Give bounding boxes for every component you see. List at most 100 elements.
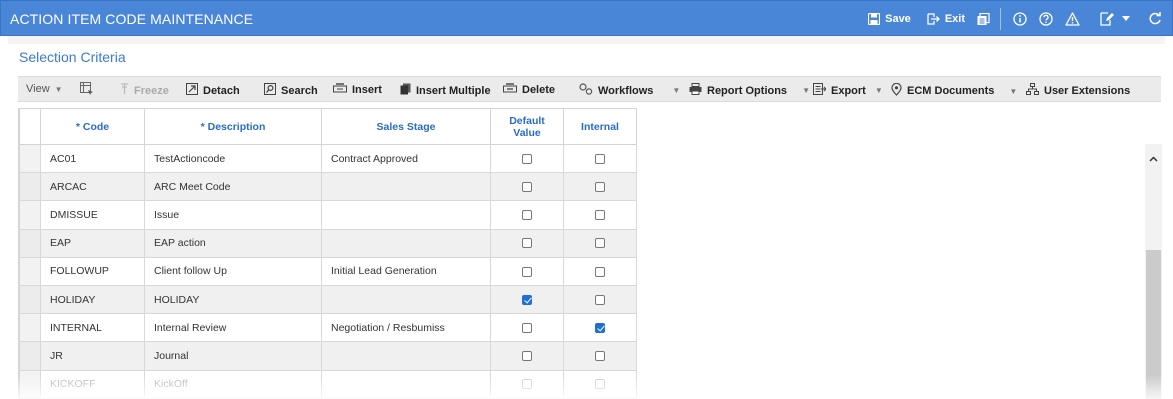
column-header-default-value[interactable]: Default Value: [490, 108, 564, 145]
scrollbar-thumb[interactable]: [1146, 250, 1161, 399]
row-selector[interactable]: [19, 256, 41, 286]
edit-note-icon[interactable]: [1100, 12, 1114, 26]
table-row[interactable]: DMISSUE Issue: [19, 200, 637, 230]
column-header-code[interactable]: * Code: [40, 108, 145, 145]
description-cell[interactable]: ARC Meet Code: [144, 172, 322, 202]
delete-button[interactable]: Delete: [503, 83, 555, 97]
row-selector[interactable]: [19, 284, 41, 315]
default-value-checkbox[interactable]: [522, 238, 532, 249]
sales-stage-cell[interactable]: [321, 369, 491, 399]
search-icon: [264, 83, 276, 98]
code-cell[interactable]: ARCAC: [40, 172, 145, 202]
sales-stage-cell[interactable]: [321, 172, 491, 202]
default-value-checkbox[interactable]: [522, 322, 532, 333]
warning-icon[interactable]: [1065, 12, 1080, 26]
code-cell[interactable]: KICKOFF: [40, 369, 145, 399]
description-cell[interactable]: EAP action: [144, 228, 322, 258]
sales-stage-cell[interactable]: [321, 284, 491, 315]
exit-button[interactable]: Exit: [927, 13, 965, 25]
description-cell[interactable]: Journal: [144, 341, 322, 371]
search-button[interactable]: Search: [264, 83, 318, 98]
delete-icon: [503, 83, 517, 97]
chevron-up-icon[interactable]: [1149, 154, 1158, 164]
default-value-checkbox[interactable]: [522, 294, 532, 305]
default-value-checkbox[interactable]: [522, 379, 532, 390]
table-row[interactable]: KICKOFF KickOff: [19, 369, 637, 399]
description-cell[interactable]: TestActioncode: [144, 143, 322, 174]
internal-checkbox[interactable]: [595, 182, 605, 192]
internal-cell: [563, 369, 637, 399]
workflows-menu[interactable]: Workflows ▼: [579, 83, 680, 98]
default-value-checkbox[interactable]: [522, 266, 532, 277]
internal-checkbox[interactable]: [595, 379, 605, 390]
row-selector[interactable]: [19, 228, 41, 258]
info-icon[interactable]: [1013, 12, 1027, 26]
row-selector[interactable]: [19, 369, 41, 399]
exit-label: Exit: [944, 13, 965, 25]
default-value-checkbox[interactable]: [522, 153, 532, 164]
code-cell[interactable]: HOLIDAY: [40, 284, 145, 315]
row-selector[interactable]: [19, 172, 41, 202]
column-header-internal[interactable]: Internal: [563, 108, 637, 145]
description-cell[interactable]: KickOff: [144, 369, 322, 399]
sales-stage-cell[interactable]: Initial Lead Generation: [321, 256, 491, 286]
table-row[interactable]: EAP EAP action: [19, 228, 637, 258]
row-selector[interactable]: [19, 200, 41, 230]
ecm-documents-menu[interactable]: ECM Documents ▼: [891, 82, 1017, 99]
description-cell[interactable]: HOLIDAY: [144, 284, 322, 315]
table-row[interactable]: INTERNAL Internal Review Negotiation / R…: [19, 313, 637, 343]
row-selector[interactable]: [19, 143, 41, 174]
save-button[interactable]: Save: [868, 13, 911, 25]
description-cell[interactable]: Issue: [144, 200, 322, 230]
internal-checkbox[interactable]: [595, 294, 605, 305]
code-cell[interactable]: DMISSUE: [40, 200, 145, 230]
report-options-menu[interactable]: Report Options ▼: [689, 83, 810, 98]
table-row[interactable]: JR Journal: [19, 341, 637, 371]
view-menu[interactable]: View ▼: [26, 83, 63, 95]
description-cell[interactable]: Client follow Up: [144, 256, 322, 286]
insert-button[interactable]: Insert: [333, 83, 382, 97]
export-menu[interactable]: Export ▼: [813, 83, 883, 98]
sales-stage-cell[interactable]: Contract Approved: [321, 143, 491, 174]
row-selector[interactable]: [19, 341, 41, 371]
help-icon[interactable]: [1039, 12, 1053, 26]
data-grid: * Code * Description Sales Stage Default…: [18, 108, 1162, 399]
code-cell[interactable]: INTERNAL: [40, 313, 145, 343]
code-cell[interactable]: AC01: [40, 143, 145, 174]
default-value-checkbox[interactable]: [522, 351, 532, 362]
internal-checkbox[interactable]: [595, 210, 605, 221]
detach-button[interactable]: Detach: [186, 83, 240, 98]
row-selector[interactable]: [19, 313, 41, 343]
table-row[interactable]: AC01 TestActioncode Contract Approved: [19, 143, 637, 174]
column-settings-icon[interactable]: [80, 82, 94, 95]
table-row[interactable]: FOLLOWUP Client follow Up Initial Lead G…: [19, 256, 637, 286]
sales-stage-cell[interactable]: Negotiation / Resbumiss: [321, 313, 491, 343]
description-cell[interactable]: Internal Review: [144, 313, 322, 343]
internal-checkbox[interactable]: [595, 322, 605, 333]
column-header-sales-stage[interactable]: Sales Stage: [321, 108, 491, 145]
sales-stage-cell[interactable]: [321, 341, 491, 371]
internal-checkbox[interactable]: [595, 266, 605, 277]
default-value-checkbox[interactable]: [522, 210, 532, 221]
table-row[interactable]: ARCAC ARC Meet Code: [19, 172, 637, 202]
chevron-down-icon[interactable]: [1122, 16, 1130, 22]
grid-toolbar: View ▼ Freeze Detach Search Insert Inser…: [18, 76, 1161, 102]
sales-stage-cell[interactable]: [321, 228, 491, 258]
freeze-button[interactable]: Freeze: [120, 83, 169, 98]
internal-checkbox[interactable]: [595, 238, 605, 249]
table-row[interactable]: HOLIDAY HOLIDAY: [19, 284, 637, 315]
internal-checkbox[interactable]: [595, 153, 605, 164]
code-cell[interactable]: FOLLOWUP: [40, 256, 145, 286]
view-label: View: [26, 83, 50, 95]
sales-stage-cell[interactable]: [321, 200, 491, 230]
column-header-description[interactable]: * Description: [144, 108, 322, 145]
code-cell[interactable]: EAP: [40, 228, 145, 258]
code-cell[interactable]: JR: [40, 341, 145, 371]
vertical-scrollbar[interactable]: [1145, 144, 1162, 399]
copy-icon[interactable]: [977, 12, 990, 26]
internal-checkbox[interactable]: [595, 351, 605, 362]
refresh-icon[interactable]: [1148, 12, 1162, 26]
default-value-checkbox[interactable]: [522, 182, 532, 192]
insert-multiple-button[interactable]: Insert Multiple: [400, 83, 491, 98]
user-extensions-button[interactable]: User Extensions: [1026, 83, 1130, 98]
